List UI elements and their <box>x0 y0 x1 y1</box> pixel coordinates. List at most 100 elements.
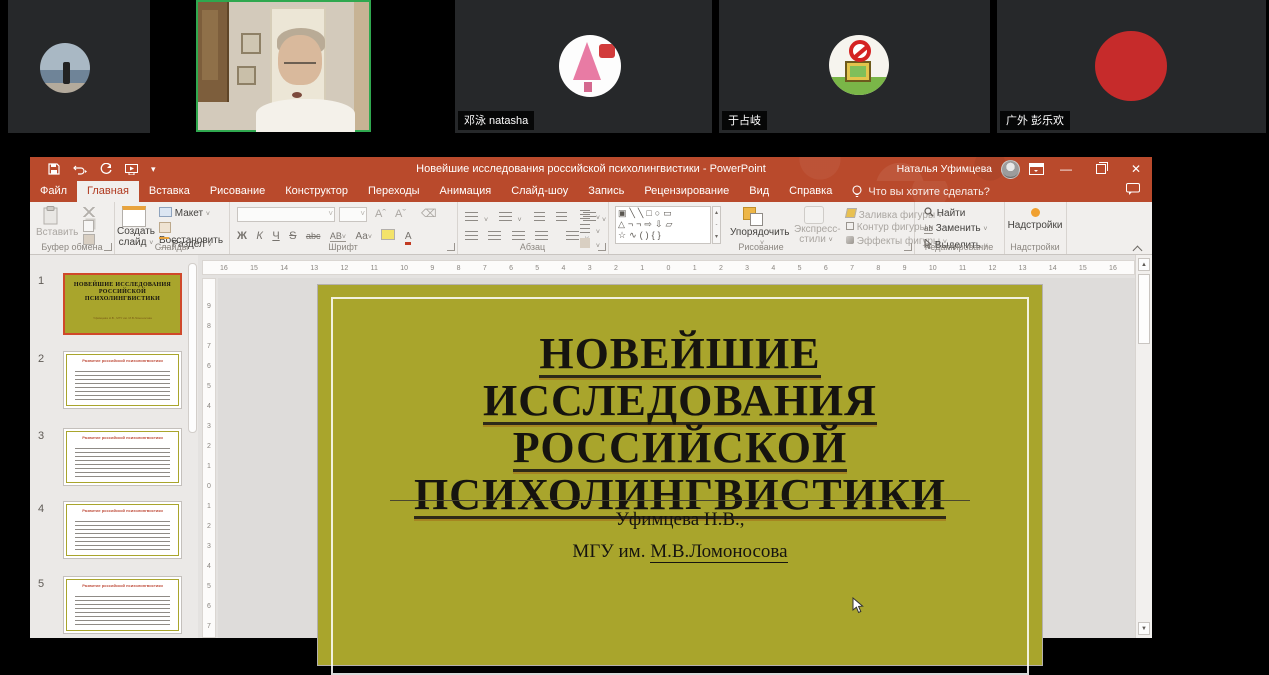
text-shadow-button[interactable]: abc <box>306 231 321 241</box>
paste-icon[interactable] <box>43 206 58 225</box>
slide-thumbnail-4[interactable]: Развитие российской психолингвистики <box>63 501 182 559</box>
ribbon-tab-5[interactable]: Конструктор <box>275 181 358 202</box>
ruler-mark: 9 <box>903 265 907 272</box>
clear-formatting-icon[interactable]: ⌫ <box>421 207 437 220</box>
slide-title[interactable]: НОВЕЙШИЕИССЛЕДОВАНИЯРОССИЙСКОЙПСИХОЛИНГВ… <box>318 333 1042 521</box>
increase-indent-icon[interactable] <box>556 212 567 222</box>
replace-button[interactable]: ab Заменить ˅ <box>924 223 988 234</box>
bullets-icon[interactable] <box>465 212 478 222</box>
slide-thumbnail-5[interactable]: Развитие российской психолингвистики <box>63 576 182 634</box>
account-area[interactable]: Наталья Уфимцева <box>897 157 1044 181</box>
ruler-mark: 12 <box>341 265 349 272</box>
drawing-dialog-launcher[interactable] <box>904 243 912 251</box>
thumbnails-scrollbar-thumb[interactable] <box>188 263 197 433</box>
letter-glyph: А <box>405 231 412 242</box>
cartoon-box <box>845 61 871 81</box>
ribbon-tab-11[interactable]: Вид <box>739 181 779 202</box>
character-spacing-button[interactable]: АВ˅ <box>330 231 346 242</box>
scroll-down-icon[interactable]: ▼ <box>1138 622 1150 635</box>
group-label-drawing: Рисование <box>608 242 914 252</box>
shapes-gallery[interactable]: ▣╲╲□○▭△¬¬⇨⇩▱☆∿(){} <box>615 206 711 244</box>
slide-thumbnail-3[interactable]: Развитие российской психолингвистики <box>63 428 182 486</box>
collapse-ribbon-icon[interactable] <box>1134 245 1142 250</box>
slide-title-line: НОВЕЙШИЕ <box>539 333 820 378</box>
shapes-gallery-scrollbar[interactable]: ▴-▾ <box>712 206 721 244</box>
slide-canvas[interactable]: НОВЕЙШИЕИССЛЕДОВАНИЯРОССИЙСКОЙПСИХОЛИНГВ… <box>318 285 1042 665</box>
columns-icon[interactable] <box>566 231 579 241</box>
thumbnail-subtitle: Уфимцева Н.В., МГУ им. М.В.Ломоносова <box>77 316 169 320</box>
font-dialog-launcher[interactable] <box>447 243 455 251</box>
new-slide-icon[interactable] <box>122 206 146 227</box>
copy-icon[interactable] <box>83 220 94 232</box>
replace-label: Заменить <box>936 223 981 234</box>
find-label: Найти <box>937 208 966 219</box>
ribbon-tab-3[interactable]: Вставка <box>139 181 200 202</box>
ribbon-tab-1[interactable]: Файл <box>30 181 77 202</box>
ruler-mark: 0 <box>203 477 215 497</box>
comments-icon[interactable] <box>1126 183 1140 195</box>
participant-tile-natalia-video[interactable]: Natalia <box>196 0 371 132</box>
change-case-button[interactable]: Аа˅ <box>355 231 371 242</box>
italic-button[interactable]: К <box>256 230 262 242</box>
ribbon-tab-12[interactable]: Справка <box>779 181 842 202</box>
find-button[interactable]: Найти <box>924 207 965 219</box>
ribbon-tab-9[interactable]: Запись <box>578 181 634 202</box>
addins-button[interactable]: Надстройки <box>1004 208 1066 231</box>
ruler-mark: 7 <box>203 337 215 357</box>
addins-button-label: Надстройки <box>1004 220 1066 231</box>
ribbon-tab-2[interactable]: Главная <box>77 181 139 202</box>
font-name-combobox[interactable] <box>237 207 335 222</box>
decrease-indent-icon[interactable] <box>534 212 545 222</box>
ruler-mark: 5 <box>203 577 215 597</box>
strikethrough-button[interactable]: S <box>289 230 296 242</box>
scroll-up-icon[interactable]: ▲ <box>1138 258 1150 271</box>
ruler-mark: 4 <box>203 397 215 417</box>
ruler-mark: 8 <box>876 265 880 272</box>
highlight-color-icon[interactable] <box>381 229 395 240</box>
ribbon-display-options-icon[interactable] <box>1029 163 1044 175</box>
bold-button[interactable]: Ж <box>237 230 247 242</box>
shrink-font-icon[interactable]: Аˇ <box>395 208 406 220</box>
scrollbar-thumb[interactable] <box>1138 274 1150 344</box>
editing-area-scrollbar[interactable]: ▲ ▼ <box>1135 255 1152 638</box>
ribbon-tab-6[interactable]: Переходы <box>358 181 430 202</box>
close-button[interactable]: ✕ <box>1125 157 1147 181</box>
participant-tile-4[interactable]: 于占岐 <box>719 0 990 133</box>
participant-tile-5[interactable]: 广外 彭乐欢 <box>997 0 1266 133</box>
ribbon-tab-10[interactable]: Рецензирование <box>634 181 739 202</box>
ruler-mark: 10 <box>929 265 937 272</box>
paste-button[interactable]: Вставить <box>36 227 78 238</box>
layout-button[interactable]: Макет ˅ <box>159 207 210 219</box>
participant-tile-3[interactable]: 邓泳 natasha <box>455 0 712 133</box>
restore-button[interactable] <box>1090 157 1112 181</box>
numbering-icon[interactable] <box>499 212 512 222</box>
layout-icon <box>159 207 172 217</box>
align-left-icon[interactable] <box>465 231 478 241</box>
paragraph-dialog-launcher[interactable] <box>598 243 606 251</box>
slide-affiliation[interactable]: МГУ им. М.В.Ломоносова <box>318 541 1042 563</box>
clipboard-dialog-launcher[interactable] <box>104 243 112 251</box>
tell-me-label: Что вы хотите сделать? <box>868 186 990 198</box>
justify-icon[interactable] <box>535 231 548 241</box>
align-right-icon[interactable] <box>512 231 525 241</box>
underline-button[interactable]: Ч <box>272 230 279 242</box>
slide-thumbnail-1[interactable]: НОВЕЙШИЕ ИССЛЕДОВАНИЯ РОССИЙСКОЙ ПСИХОЛИ… <box>63 273 182 335</box>
video-picture-frame <box>241 33 262 55</box>
align-center-icon[interactable] <box>488 231 501 241</box>
minimize-button[interactable]: — <box>1055 157 1077 181</box>
slide-thumbnail-2[interactable]: Развитие российской психолингвистики <box>63 351 182 409</box>
slide-editing-area[interactable]: НОВЕЙШИЕИССЛЕДОВАНИЯРОССИЙСКОЙПСИХОЛИНГВ… <box>218 278 1135 638</box>
slide-author[interactable]: Уфимцева Н.В., <box>318 509 1042 531</box>
participant-tile-1[interactable] <box>8 0 150 133</box>
grow-font-icon[interactable]: Аˆ <box>375 208 386 220</box>
cut-icon[interactable] <box>82 207 96 217</box>
participant-avatar <box>829 35 889 95</box>
ribbon-tab-8[interactable]: Слайд-шоу <box>501 181 578 202</box>
shape-outline-icon <box>846 222 854 230</box>
font-size-combobox[interactable] <box>339 207 367 222</box>
ruler-mark: 7 <box>850 265 854 272</box>
ribbon-tab-7[interactable]: Анимация <box>430 181 502 202</box>
affiliation-link-text: М.В.Ломоносова <box>650 541 787 563</box>
ribbon-tab-4[interactable]: Рисование <box>200 181 275 202</box>
tell-me-box[interactable]: Что вы хотите сделать? <box>842 181 1000 202</box>
